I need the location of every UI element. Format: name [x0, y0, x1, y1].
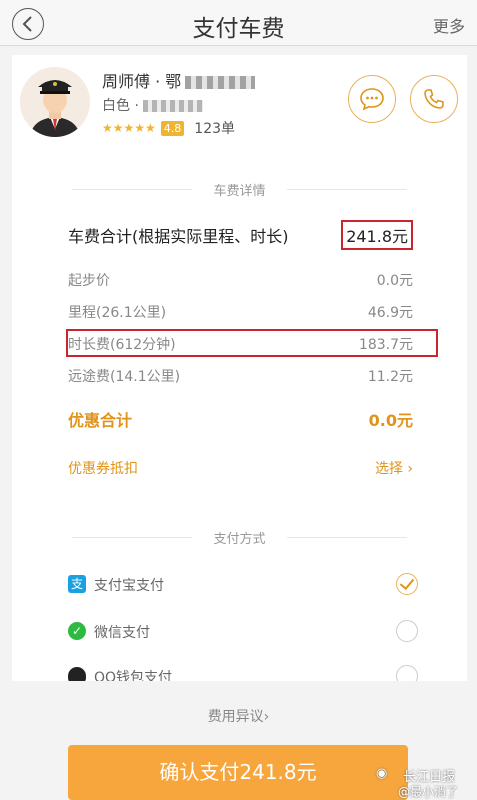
message-driver-button[interactable]: [348, 75, 396, 123]
weibo-logo-icon: ◉: [376, 766, 388, 781]
fee-dispute-link[interactable]: 费用异议›: [0, 706, 477, 726]
coupon-label: 优惠券抵扣: [68, 461, 138, 477]
coupon-select-button[interactable]: 选择 ›: [375, 458, 413, 478]
plate-number-blurred: [185, 76, 256, 89]
fare-total-row: 车费合计(根据实际里程、时长) 241.8元: [68, 220, 413, 250]
payment-option-wechat[interactable]: ✓ 微信支付: [68, 620, 418, 646]
fare-total-label: 车费合计(根据实际里程、时长): [68, 227, 289, 246]
payment-section-title: 支付方式: [12, 528, 467, 547]
watermark: ◉ 长江日报 @最小消了: [376, 766, 459, 799]
order-count: 123单: [194, 121, 236, 137]
payment-option-qq[interactable]: QQ钱包支付: [68, 665, 418, 681]
qq-radio[interactable]: [396, 665, 418, 681]
fee-row-long-distance: 远途费(14.1公里) 11.2元: [68, 369, 413, 385]
alipay-icon: 支: [68, 575, 86, 593]
fare-total-value: 241.8元: [341, 220, 413, 250]
qq-icon: [68, 667, 86, 681]
more-button[interactable]: 更多: [433, 13, 465, 37]
driver-avatar: [20, 67, 90, 137]
payment-option-alipay[interactable]: 支 支付宝支付: [68, 573, 418, 599]
chat-bubble-icon: [360, 88, 384, 111]
fee-row-distance: 里程(26.1公里) 46.9元: [68, 305, 413, 321]
fare-card: 周师傅 · 鄂 白色 · ★★★★★ 4.8 123单 车费详情 车费合计(根据…: [12, 55, 467, 681]
fare-section-title: 车费详情: [12, 180, 467, 199]
fee-row-base: 起步价 0.0元: [68, 273, 413, 289]
wechat-radio[interactable]: [396, 620, 418, 642]
fee-row-duration: 时长费(612分钟) 183.7元: [68, 337, 413, 353]
page-title: 支付车费: [192, 16, 285, 42]
star-rating-icon: ★★★★★: [102, 121, 156, 135]
call-driver-button[interactable]: [410, 75, 458, 123]
nav-bar: 支付车费 更多: [0, 0, 477, 46]
car-info: 白色 ·: [102, 95, 203, 115]
driver-name: 周师傅 · 鄂: [102, 68, 256, 92]
coupon-row[interactable]: 优惠券抵扣 选择 ›: [68, 458, 413, 480]
alipay-radio[interactable]: [396, 573, 418, 595]
phone-icon: [424, 89, 444, 109]
driver-info: 周师傅 · 鄂 白色 · ★★★★★ 4.8 123单: [12, 55, 467, 165]
rating-score: 4.8: [160, 120, 185, 136]
driver-rating: ★★★★★ 4.8 123单: [102, 119, 235, 137]
car-model-blurred: [142, 100, 203, 112]
confirm-payment-button[interactable]: 确认支付241.8元: [68, 745, 408, 800]
wechat-icon: ✓: [68, 622, 86, 640]
discount-total-row: 优惠合计 0.0元: [68, 411, 413, 430]
